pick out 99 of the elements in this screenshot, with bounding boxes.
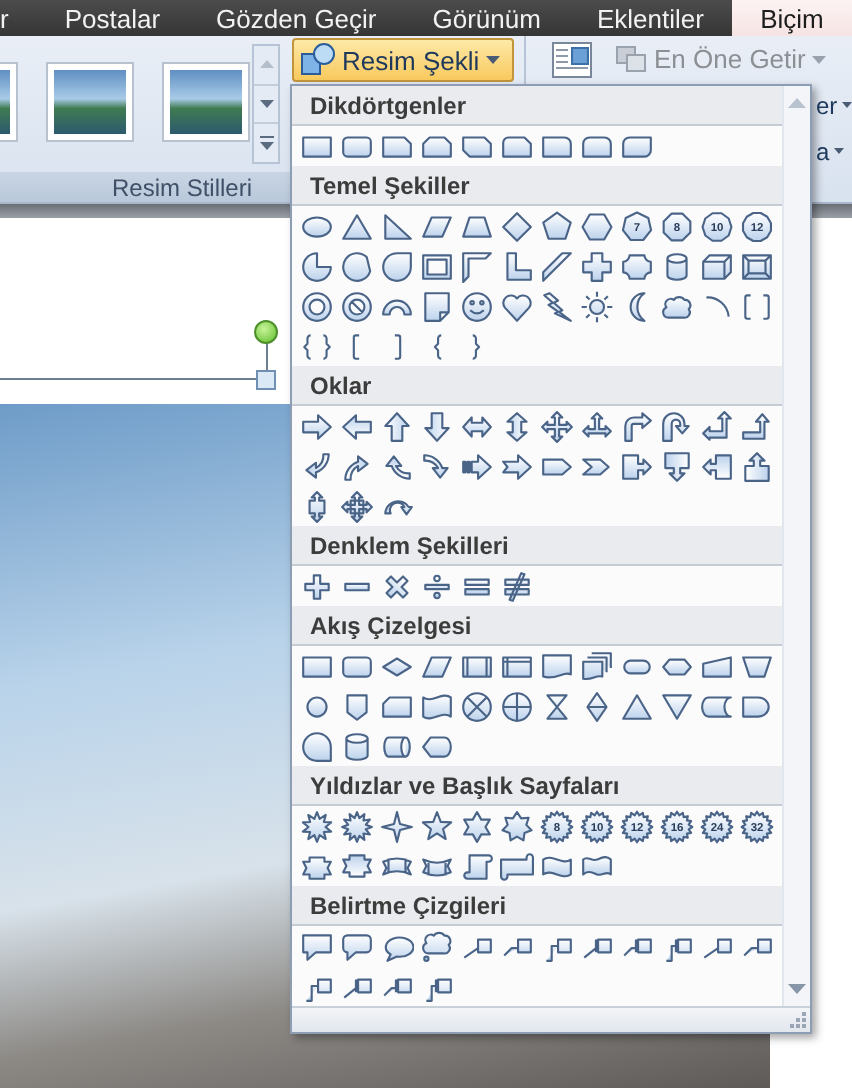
ribbon-command[interactable]: a: [816, 137, 844, 165]
up-arrow-callout-shape-icon[interactable]: [739, 449, 773, 483]
four-point-star-shape-icon[interactable]: [379, 809, 413, 843]
right-arrow-callout-shape-icon[interactable]: [619, 449, 653, 483]
chord-shape-icon[interactable]: [339, 249, 373, 283]
explosion-shape-icon[interactable]: [299, 809, 333, 843]
arrow-left-shape-icon[interactable]: [339, 409, 373, 443]
caret-icon: [833, 148, 844, 154]
curved-right-arrow-shape-icon[interactable]: [299, 449, 333, 483]
section-header: Oklar: [292, 366, 782, 406]
seven-point-star-shape-icon[interactable]: [499, 809, 533, 843]
resize-handle[interactable]: [256, 370, 276, 390]
picture-position-button[interactable]: [552, 41, 592, 77]
bevel-shape-icon[interactable]: [739, 249, 773, 283]
ribbon-tab[interactable]: Görünüm: [404, 0, 569, 36]
vertical-scroll-shape-icon[interactable]: [459, 849, 493, 883]
curved-up-arrow-shape-icon[interactable]: [379, 449, 413, 483]
section-header: Yıldızlar ve Başlık Sayfaları: [292, 766, 782, 806]
cube-shape-icon[interactable]: [699, 249, 733, 283]
teardrop-shape-icon[interactable]: [379, 249, 413, 283]
shapes-icon: [300, 42, 336, 78]
rectangle-callout-shape-icon[interactable]: [299, 929, 333, 963]
left-right-up-arrow-shape-icon[interactable]: [579, 409, 613, 443]
rotation-stem: [266, 340, 268, 370]
divide-shape-icon[interactable]: [419, 569, 453, 603]
caret-icon: [841, 102, 852, 108]
quad-arrow-shape-icon[interactable]: [539, 409, 573, 443]
notched-arrow-shape-icon[interactable]: [499, 449, 533, 483]
double-brace-shape-icon[interactable]: [299, 329, 333, 363]
cloud-callout-shape-icon[interactable]: [419, 929, 453, 963]
plaque-shape-icon[interactable]: [619, 249, 653, 283]
arrow-up-shape-icon[interactable]: [379, 409, 413, 443]
summing-junction-shape-icon[interactable]: [459, 689, 493, 723]
bent-up-arrow-shape-icon[interactable]: [739, 409, 773, 443]
not-equal-shape-icon[interactable]: [499, 569, 533, 603]
quad-arrow-callout-shape-icon[interactable]: [339, 489, 373, 523]
cross-shape-icon[interactable]: [579, 249, 613, 283]
ribbon-tab[interactable]: r: [0, 0, 37, 36]
horizontal-scroll-shape-icon[interactable]: [499, 849, 533, 883]
sun-shape-icon[interactable]: [579, 289, 613, 323]
lightning-shape-icon[interactable]: [539, 289, 573, 323]
double-bracket-shape-icon[interactable]: [739, 289, 773, 323]
ribbon-command[interactable]: er: [816, 91, 852, 119]
layers-icon: [616, 45, 648, 73]
ribbon-tab[interactable]: Postalar: [36, 0, 189, 36]
bent-arrow-shape-icon[interactable]: [619, 409, 653, 443]
caret-icon: [811, 55, 826, 63]
frame-shape-icon[interactable]: [419, 249, 453, 283]
resize-grip-icon[interactable]: [790, 1012, 806, 1028]
diagonal-stripe-shape-icon[interactable]: [539, 249, 573, 283]
ribbon-tab[interactable]: Biçim: [731, 0, 852, 36]
striped-arrow-shape-icon[interactable]: [459, 449, 493, 483]
document-shape-icon[interactable]: [539, 649, 573, 683]
triangle-shape-icon[interactable]: [339, 209, 373, 243]
explosion-two-shape-icon[interactable]: [339, 809, 373, 843]
right-triangle-shape-icon[interactable]: [379, 209, 413, 243]
half-frame-shape-icon[interactable]: [459, 249, 493, 283]
down-arrow-callout-shape-icon[interactable]: [659, 449, 693, 483]
curved-down-arrow-shape-icon[interactable]: [419, 449, 453, 483]
section-header: Dikdörtgenler: [292, 86, 782, 126]
arrow-down-shape-icon[interactable]: [419, 409, 453, 443]
caret-icon: [485, 56, 500, 64]
five-point-star-shape-icon[interactable]: [419, 809, 453, 843]
pie-shape-icon[interactable]: [299, 249, 333, 283]
section-header: Denklem Şekilleri: [292, 526, 782, 566]
picture-shape-button[interactable]: Resim Şekli: [292, 38, 514, 82]
six-point-star-shape-icon[interactable]: [459, 809, 493, 843]
section-header: Temel Şekiller: [292, 166, 782, 206]
picture-style-thumbnail[interactable]: [48, 64, 132, 140]
ribbon-tab[interactable]: Eklentiler: [568, 0, 732, 36]
ribbon-up-shape-icon[interactable]: [339, 849, 373, 883]
left-up-arrow-shape-icon[interactable]: [699, 409, 733, 443]
punched-tape-shape-icon[interactable]: [419, 689, 453, 723]
scroll-down-icon[interactable]: [259, 100, 273, 108]
more-icon[interactable]: [259, 136, 273, 151]
magnetic-disk-shape-icon[interactable]: [339, 729, 373, 763]
plus-shape-icon[interactable]: [299, 569, 333, 603]
picture-icon: [552, 41, 592, 77]
no-symbol-shape-icon[interactable]: [339, 289, 373, 323]
left-arrow-callout-shape-icon[interactable]: [699, 449, 733, 483]
arrow-right-shape-icon[interactable]: [299, 409, 333, 443]
picture-style-thumbnail[interactable]: [164, 64, 248, 140]
heart-shape-icon[interactable]: [499, 289, 533, 323]
multidocument-shape-icon[interactable]: [579, 649, 613, 683]
section-header: Akış Çizelgesi: [292, 606, 782, 646]
donut-shape-icon[interactable]: [299, 289, 333, 323]
rounded-callout-shape-icon[interactable]: [339, 929, 373, 963]
sequential-access-shape-icon[interactable]: [299, 729, 333, 763]
folded-corner-shape-icon[interactable]: [419, 289, 453, 323]
scroll-down-icon[interactable]: [788, 984, 806, 994]
curved-left-arrow-shape-icon[interactable]: [339, 449, 373, 483]
ribbon-tab[interactable]: Gözden Geçir: [188, 0, 405, 36]
extract-shape-icon[interactable]: [619, 689, 653, 723]
merge-shape-icon[interactable]: [659, 689, 693, 723]
section-header: Belirtme Çizgileri: [292, 886, 782, 926]
or-symbol-shape-icon[interactable]: [499, 689, 533, 723]
rotation-handle[interactable]: [254, 320, 278, 344]
smiley-shape-icon[interactable]: [459, 289, 493, 323]
u-turn-arrow-shape-icon[interactable]: [659, 409, 693, 443]
